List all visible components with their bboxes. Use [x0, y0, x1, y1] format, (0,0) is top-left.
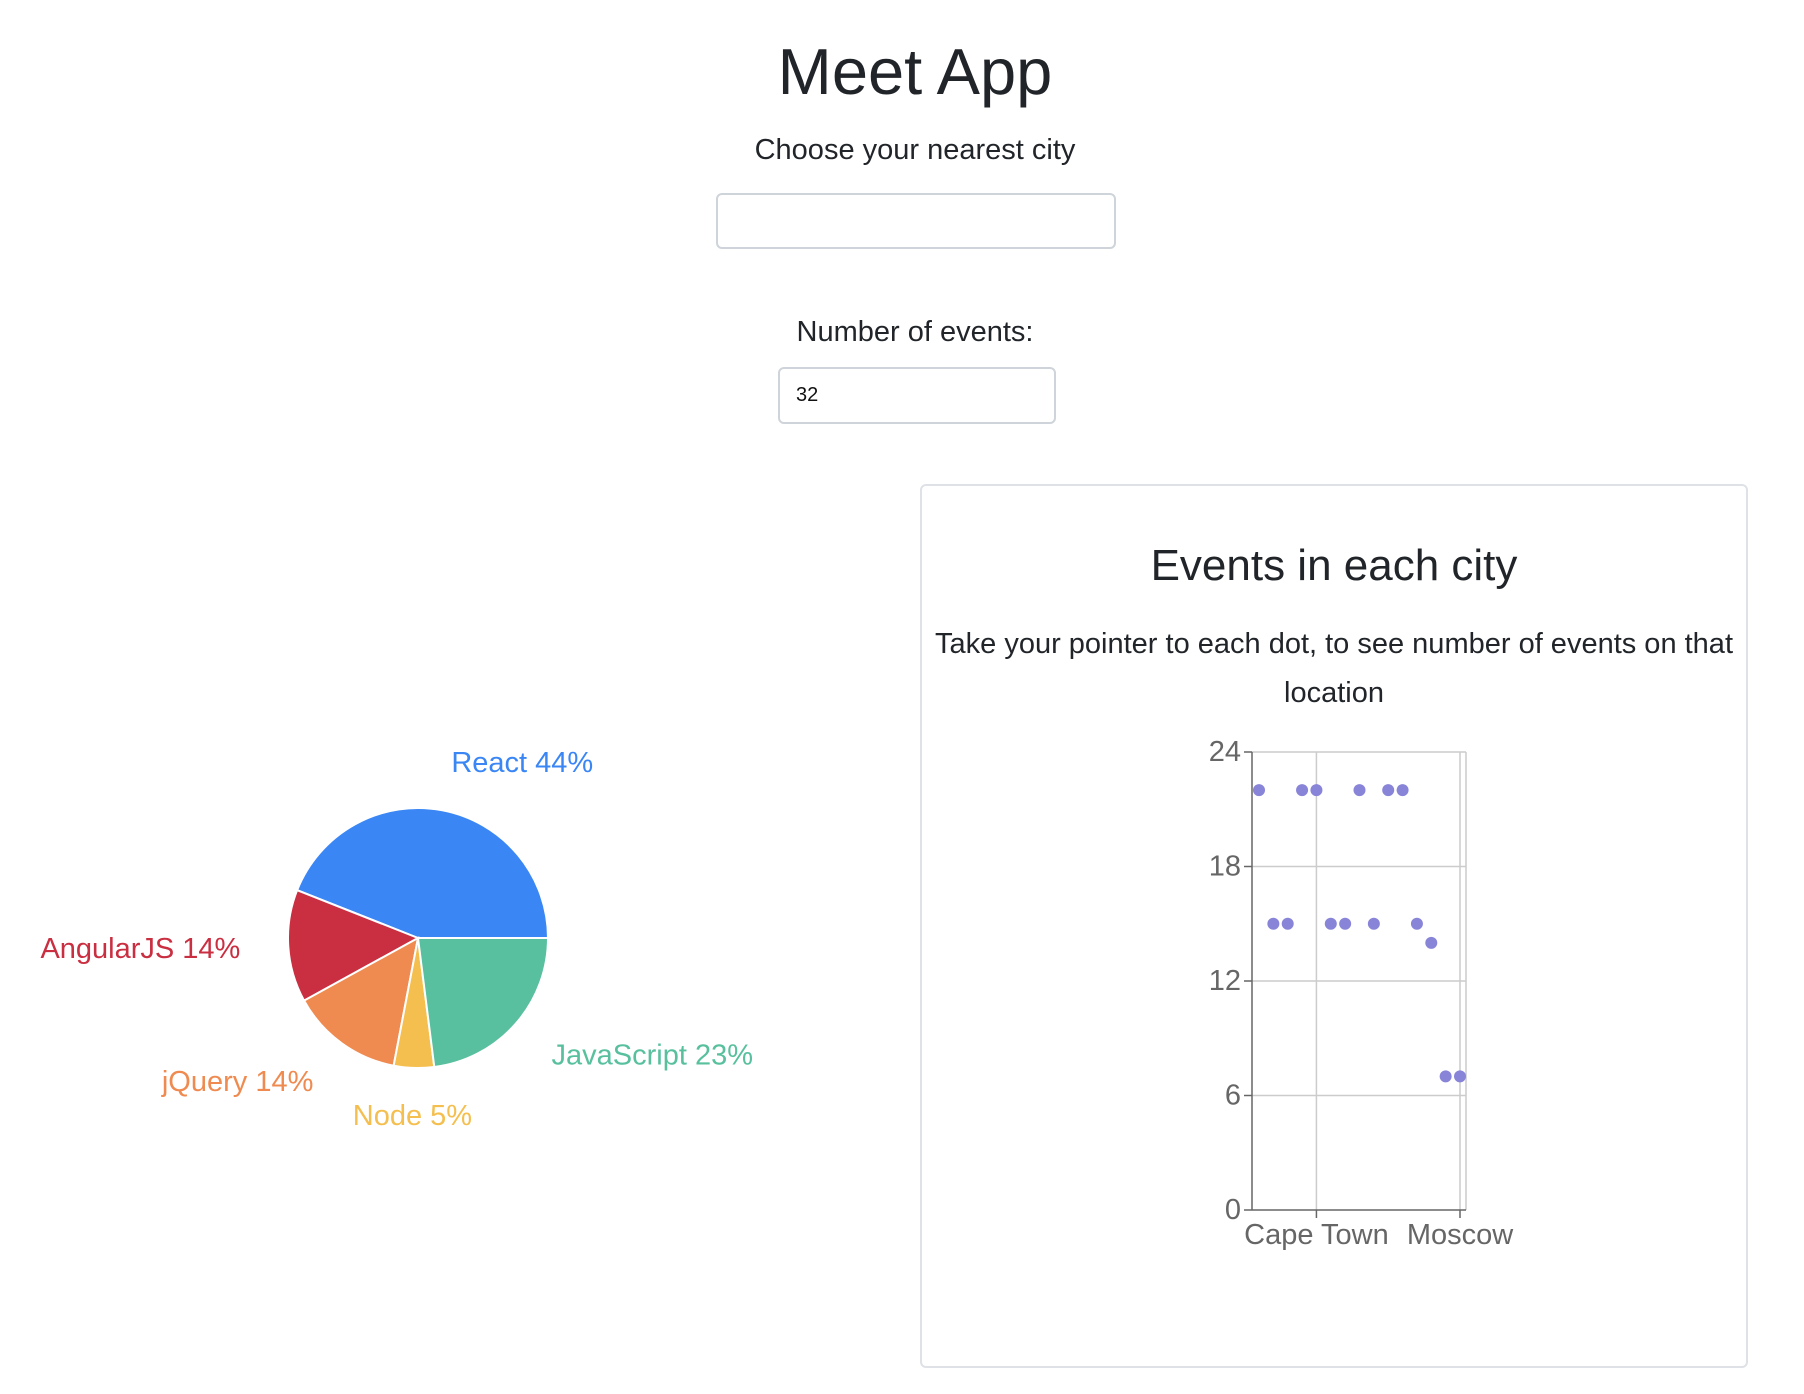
scatter-y-tick-label: 24: [1209, 736, 1241, 768]
pie-label-angularjs: AngularJS 14%: [40, 933, 240, 965]
scatter-x-tick-label: Cape Town: [1244, 1219, 1389, 1251]
scatter-point[interactable]: [1425, 936, 1438, 949]
scatter-point[interactable]: [1454, 1070, 1466, 1083]
scatter-card-description: Take your pointer to each dot, to see nu…: [935, 628, 1733, 709]
scatter-y-tick-label: 6: [1225, 1080, 1241, 1112]
scatter-x-tick-label: Moscow: [1407, 1219, 1514, 1251]
scatter-point[interactable]: [1296, 784, 1309, 797]
scatter-point[interactable]: [1396, 784, 1409, 797]
scatter-y-tick-label: 12: [1209, 965, 1241, 997]
city-search-input[interactable]: [716, 193, 1116, 249]
scatter-point[interactable]: [1324, 917, 1337, 930]
events-scatter-card: Events in each city Take your pointer to…: [920, 484, 1748, 1368]
city-search-label: Choose your nearest city: [754, 134, 1076, 166]
pie-label-javascript: JavaScript 23%: [552, 1040, 754, 1072]
scatter-point[interactable]: [1267, 917, 1280, 930]
number-of-events-input[interactable]: [778, 367, 1056, 424]
meet-app-page: Meet App Choose your nearest city Number…: [0, 0, 1804, 1394]
scatter-point[interactable]: [1281, 917, 1294, 930]
number-of-events-label: Number of events:: [796, 316, 1034, 348]
pie-label-node: Node 5%: [353, 1100, 472, 1132]
scatter-point[interactable]: [1253, 784, 1265, 797]
app-title: Meet App: [777, 35, 1053, 108]
scatter-point[interactable]: [1439, 1070, 1452, 1083]
events-scatter-chart: 0 6 12 18 24 Cape Town Moscow: [1209, 736, 1515, 1251]
scatter-point[interactable]: [1339, 917, 1352, 930]
pie-label-jquery: jQuery 14%: [161, 1066, 314, 1098]
pie-slice-javascript[interactable]: [416, 937, 550, 1069]
scatter-card-title: Events in each city: [1150, 541, 1518, 590]
scatter-y-tick-label: 18: [1209, 851, 1241, 883]
genre-pie-chart: React 44% AngularJS 14% jQuery 14% Node 5% J…: [40, 747, 754, 1132]
scatter-point[interactable]: [1410, 917, 1423, 930]
scatter-point[interactable]: [1382, 784, 1395, 797]
pie-label-react: React 44%: [451, 747, 593, 779]
scatter-point[interactable]: [1310, 784, 1323, 797]
scatter-point[interactable]: [1367, 917, 1380, 930]
scatter-point[interactable]: [1353, 784, 1366, 797]
scatter-y-tick-label: 0: [1225, 1194, 1241, 1226]
